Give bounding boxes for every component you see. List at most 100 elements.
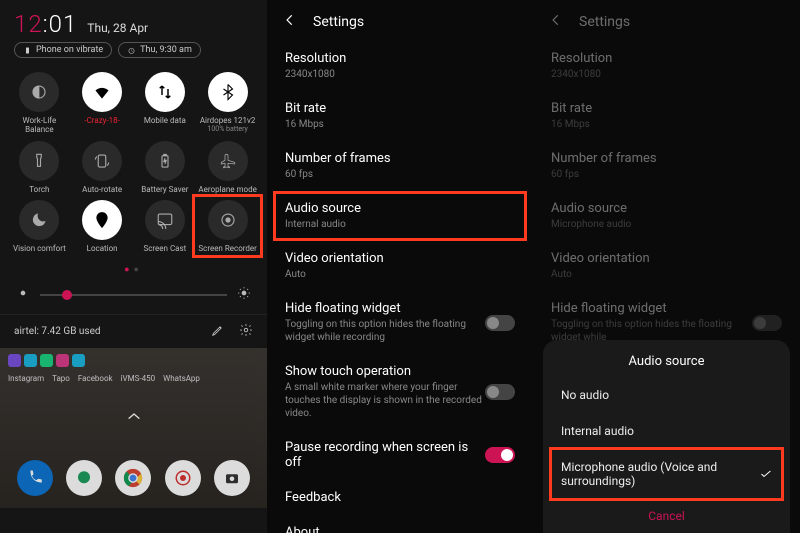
- messages-app-icon[interactable]: [66, 460, 102, 496]
- setting-title: Pause recording when screen is off: [285, 440, 485, 470]
- tile-label: Screen Cast: [143, 245, 186, 254]
- tile-battery[interactable]: Battery Saver: [136, 141, 195, 195]
- setting-subtitle: 2340x1080: [551, 68, 782, 81]
- setting-row[interactable]: Resolution 2340x1080: [267, 41, 533, 91]
- page-title: Settings: [313, 14, 364, 30]
- setting-row[interactable]: Number of frames60 fps: [267, 141, 533, 191]
- data-icon[interactable]: [145, 72, 185, 112]
- tile-moon[interactable]: Vision comfort: [10, 200, 69, 254]
- tile-label: Location: [87, 245, 118, 254]
- toggle[interactable]: [752, 315, 782, 331]
- setting-row[interactable]: Number of frames 60 fps: [533, 141, 800, 191]
- pin-icon[interactable]: [82, 200, 122, 240]
- tile-wifi[interactable]: -Crazy-18-: [73, 72, 132, 135]
- setting-subtitle: 60 fps: [551, 168, 782, 181]
- toggle[interactable]: [485, 384, 515, 400]
- homescreen-preview: InstagramTapoFacebookiVMS-450WhatsApp: [0, 348, 267, 508]
- wifi-icon[interactable]: [82, 72, 122, 112]
- setting-title: Bit rate: [551, 101, 782, 116]
- status-chip[interactable]: Thu, 9:30 am: [118, 42, 201, 58]
- tile-data[interactable]: Mobile data: [136, 72, 195, 135]
- camera-app-icon[interactable]: [214, 460, 250, 496]
- cast-icon[interactable]: [145, 200, 185, 240]
- tile-label: Torch: [29, 186, 49, 195]
- setting-subtitle: Toggling on this option hides the floati…: [285, 318, 485, 344]
- cancel-button[interactable]: Cancel: [543, 499, 790, 523]
- data-usage-label: airtel: 7.42 GB used: [14, 326, 101, 337]
- setting-row[interactable]: Video orientation Auto: [533, 241, 800, 291]
- tile-plane[interactable]: Aeroplane mode: [198, 141, 257, 195]
- back-icon[interactable]: [549, 12, 563, 31]
- tile-label: Auto-rotate: [82, 186, 122, 195]
- setting-subtitle: Internal audio: [285, 218, 515, 231]
- chevron-up-icon[interactable]: [126, 406, 142, 425]
- setting-subtitle: A small white marker where your finger t…: [285, 381, 485, 420]
- tile-label: Aeroplane mode: [198, 186, 256, 195]
- setting-subtitle: 2340x1080: [285, 68, 515, 81]
- tile-rotate[interactable]: Auto-rotate: [73, 141, 132, 195]
- setting-subtitle: 16 Mbps: [551, 118, 782, 131]
- phone-app-icon[interactable]: [17, 460, 53, 496]
- setting-row[interactable]: Bit rate 16 Mbps: [533, 91, 800, 141]
- setting-row[interactable]: Audio sourceMicrophone audio: [533, 191, 800, 241]
- chrome-app-icon[interactable]: [115, 460, 151, 496]
- setting-title: Hide floating widget: [551, 301, 752, 316]
- setting-title: Audio source: [285, 201, 515, 216]
- tile-cast[interactable]: Screen Cast: [136, 200, 195, 254]
- brightness-high-icon: [237, 285, 251, 304]
- dialog-title: Audio source: [543, 354, 790, 377]
- setting-subtitle: Microphone audio: [551, 218, 782, 231]
- rotate-icon[interactable]: [82, 141, 122, 181]
- setting-title: Resolution: [285, 51, 515, 66]
- tile-bluetooth[interactable]: Airdopes 121v2100% battery: [198, 72, 257, 135]
- bluetooth-icon[interactable]: [208, 72, 248, 112]
- brightness-slider[interactable]: [40, 294, 227, 296]
- setting-row[interactable]: About: [267, 515, 533, 533]
- page-title: Settings: [579, 14, 630, 30]
- setting-row[interactable]: Video orientationAuto: [267, 241, 533, 291]
- battery-icon[interactable]: [145, 141, 185, 181]
- setting-subtitle: Auto: [285, 268, 515, 281]
- record-icon[interactable]: [208, 200, 248, 240]
- tile-torch[interactable]: Torch: [10, 141, 69, 195]
- setting-title: Number of frames: [285, 151, 515, 166]
- dialog-option[interactable]: No audio: [543, 377, 790, 413]
- setting-title: Number of frames: [551, 151, 782, 166]
- gear-icon[interactable]: [239, 323, 253, 340]
- setting-title: About: [285, 525, 515, 533]
- toggle[interactable]: [485, 315, 515, 331]
- moon-icon[interactable]: [19, 200, 59, 240]
- dialog-option[interactable]: Internal audio: [543, 413, 790, 449]
- dialog-option[interactable]: Microphone audio (Voice and surroundings…: [543, 449, 790, 499]
- torch-icon[interactable]: [19, 141, 59, 181]
- audio-source-dialog: Audio source No audioInternal audioMicro…: [543, 340, 790, 533]
- setting-subtitle: 16 Mbps: [285, 118, 515, 131]
- setting-row[interactable]: Audio source Internal audio: [267, 191, 533, 241]
- setting-title: Resolution: [551, 51, 782, 66]
- status-chip[interactable]: Phone on vibrate: [14, 42, 112, 58]
- tile-label: Mobile data: [144, 117, 186, 126]
- page-indicator: ●●: [0, 258, 267, 281]
- setting-row[interactable]: Show touch operationA small white marker…: [267, 354, 533, 430]
- setting-subtitle: Auto: [551, 268, 782, 281]
- recorder-settings-panel: Settings Resolution 2340x1080 Bit rate 16 M…: [267, 0, 533, 533]
- setting-title: Bit rate: [285, 101, 515, 116]
- tile-label: Airdopes 121v2100% battery: [200, 117, 256, 133]
- clock: 12:01: [14, 10, 77, 38]
- date: Thu, 28 Apr: [87, 21, 148, 35]
- setting-row[interactable]: Bit rate 16 Mbps: [267, 91, 533, 141]
- gallery-app-icon[interactable]: [165, 460, 201, 496]
- setting-row[interactable]: Hide floating widgetToggling on this opt…: [267, 291, 533, 354]
- balance-icon[interactable]: [19, 72, 59, 112]
- tile-pin[interactable]: Location: [73, 200, 132, 254]
- tile-record[interactable]: Screen Recorder: [198, 200, 257, 254]
- setting-row[interactable]: Feedback: [267, 480, 533, 515]
- plane-icon[interactable]: [208, 141, 248, 181]
- setting-row[interactable]: Resolution 2340x1080: [533, 41, 800, 91]
- setting-title: Video orientation: [551, 251, 782, 266]
- tile-balance[interactable]: Work-Life Balance: [10, 72, 69, 135]
- edit-icon[interactable]: [211, 323, 225, 340]
- toggle[interactable]: [485, 447, 515, 463]
- back-icon[interactable]: [283, 12, 297, 31]
- setting-row[interactable]: Pause recording when screen is off: [267, 430, 533, 480]
